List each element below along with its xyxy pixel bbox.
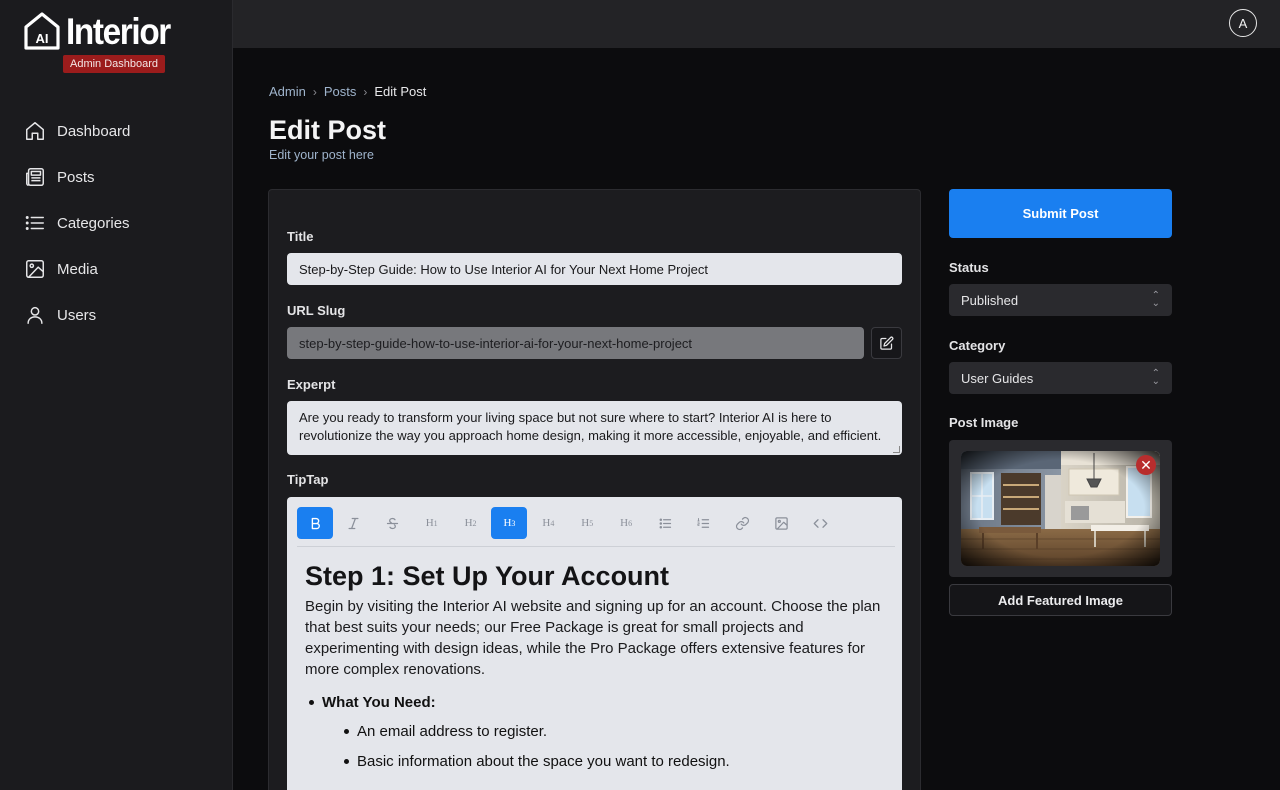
slug-input[interactable]: step-by-step-guide-how-to-use-interior-a…	[287, 327, 864, 359]
insert-image-button[interactable]	[764, 507, 800, 539]
h2-button[interactable]: H2	[453, 507, 489, 539]
chevron-right-icon: ›	[312, 84, 317, 99]
sidebar-item-categories[interactable]: Categories	[24, 208, 130, 238]
post-image-label: Post Image	[949, 415, 1019, 430]
image-icon	[775, 516, 788, 530]
editor-paragraph: Begin by visiting the Interior AI websit…	[305, 598, 881, 678]
title-input[interactable]: Step-by-Step Guide: How to Use Interior …	[287, 253, 902, 285]
sidebar: AI Interior Admin Dashboard Dashboard Po…	[0, 0, 233, 790]
breadcrumb-current: Edit Post	[374, 84, 427, 99]
breadcrumb: Admin › Posts › Edit Post	[269, 84, 426, 99]
avatar[interactable]: A	[1229, 9, 1257, 37]
chevron-right-icon: ›	[363, 84, 368, 99]
user-icon	[27, 306, 43, 324]
h3-button[interactable]: H3	[491, 507, 528, 539]
h1-button[interactable]: H1	[414, 507, 450, 539]
add-featured-image-button[interactable]: Add Featured Image	[949, 584, 1172, 616]
code-button[interactable]	[803, 507, 839, 539]
newspaper-icon	[26, 168, 44, 186]
sidebar-item-users[interactable]: Users	[24, 300, 130, 330]
h3-icon: H3	[503, 517, 516, 529]
page-subtitle: Edit your post here	[269, 148, 374, 162]
sidebar-item-label: Users	[57, 306, 97, 324]
category-label: Category	[949, 338, 1006, 353]
sidebar-item-label: Media	[57, 260, 98, 278]
bullet-list-icon	[659, 518, 671, 528]
editor-toolbar: H1 H2 H3 H4 H5 H6	[297, 507, 895, 547]
status-value: Published	[961, 292, 1019, 308]
title-label: Title	[287, 229, 314, 244]
list-item: An email address to register.	[340, 721, 885, 742]
h5-icon: H5	[581, 517, 594, 529]
editor-heading: Step 1: Set Up Your Account	[305, 561, 670, 591]
chevron-up-down-icon: ⌃ ⌄	[1151, 290, 1160, 309]
bold-button[interactable]	[297, 507, 333, 539]
bullet-list-button[interactable]	[647, 507, 683, 539]
status-select[interactable]: Published ⌃ ⌄	[949, 284, 1172, 316]
resize-handle-icon[interactable]	[893, 446, 900, 453]
ordered-list-icon	[697, 517, 710, 528]
sidebar-item-posts[interactable]: Posts	[24, 162, 130, 192]
slug-label: URL Slug	[287, 303, 346, 318]
h1-icon: H1	[425, 517, 438, 529]
home-icon	[26, 122, 44, 140]
excerpt-text: Are you ready to transform your living s…	[299, 410, 882, 443]
topbar: A	[233, 0, 1280, 48]
brand-name: Interior	[66, 10, 171, 52]
italic-button[interactable]	[336, 507, 372, 539]
sidebar-item-label: Posts	[57, 168, 95, 186]
status-label: Status	[949, 260, 989, 275]
category-select[interactable]: User Guides ⌃ ⌄	[949, 362, 1172, 394]
h4-icon: H4	[542, 517, 555, 529]
strike-button[interactable]	[375, 507, 411, 539]
link-button[interactable]	[725, 507, 761, 539]
h2-icon: H2	[464, 517, 477, 529]
page-title: Edit Post	[269, 115, 387, 145]
kitchen-photo	[961, 451, 1160, 566]
sidebar-item-media[interactable]: Media	[24, 254, 130, 284]
strikethrough-icon	[387, 517, 399, 529]
edit-slug-button[interactable]	[871, 327, 902, 359]
breadcrumb-posts[interactable]: Posts	[324, 84, 357, 99]
image-icon	[26, 260, 44, 278]
post-image-thumbnail[interactable]	[961, 451, 1160, 566]
remove-image-button[interactable]: ✕	[1136, 455, 1156, 475]
h6-icon: H6	[620, 517, 633, 529]
excerpt-textarea[interactable]: Are you ready to transform your living s…	[287, 401, 902, 455]
excerpt-label: Experpt	[287, 377, 336, 392]
brand-logo[interactable]: AI Interior	[24, 12, 181, 50]
chevron-up-down-icon: ⌃ ⌄	[1151, 368, 1160, 387]
close-icon: ✕	[1140, 457, 1152, 473]
link-icon	[736, 516, 750, 530]
list-item: Basic information about the space you wa…	[340, 751, 885, 772]
sidebar-item-label: Categories	[57, 214, 130, 232]
italic-icon	[348, 517, 359, 529]
list-item: What You Need: An email address to regis…	[305, 692, 885, 772]
rich-text-editor[interactable]: H1 H2 H3 H4 H5 H6 Step 1: Set Up Your Ac…	[287, 497, 902, 790]
h6-button[interactable]: H6	[608, 507, 644, 539]
code-icon	[813, 518, 828, 528]
h4-button[interactable]: H4	[530, 507, 566, 539]
svg-text:AI: AI	[36, 31, 49, 46]
editor-bullet-list: What You Need: An email address to regis…	[305, 692, 885, 772]
house-logo-icon: AI	[24, 12, 60, 50]
editor-content[interactable]: Step 1: Set Up Your Account Begin by vis…	[305, 561, 885, 781]
sidebar-nav: Dashboard Posts Categories Media Users	[24, 116, 130, 346]
submit-post-button[interactable]: Submit Post	[949, 189, 1172, 238]
category-value: User Guides	[961, 370, 1034, 386]
editor-label: TipTap	[287, 472, 329, 487]
admin-badge: Admin Dashboard	[63, 55, 166, 73]
ordered-list-button[interactable]	[686, 507, 722, 539]
breadcrumb-admin[interactable]: Admin	[269, 84, 306, 99]
h5-button[interactable]: H5	[569, 507, 605, 539]
sidebar-item-dashboard[interactable]: Dashboard	[24, 116, 130, 146]
sidebar-item-label: Dashboard	[57, 122, 131, 140]
list-icon	[25, 216, 44, 230]
edit-icon	[880, 336, 894, 350]
bold-icon	[311, 517, 320, 529]
